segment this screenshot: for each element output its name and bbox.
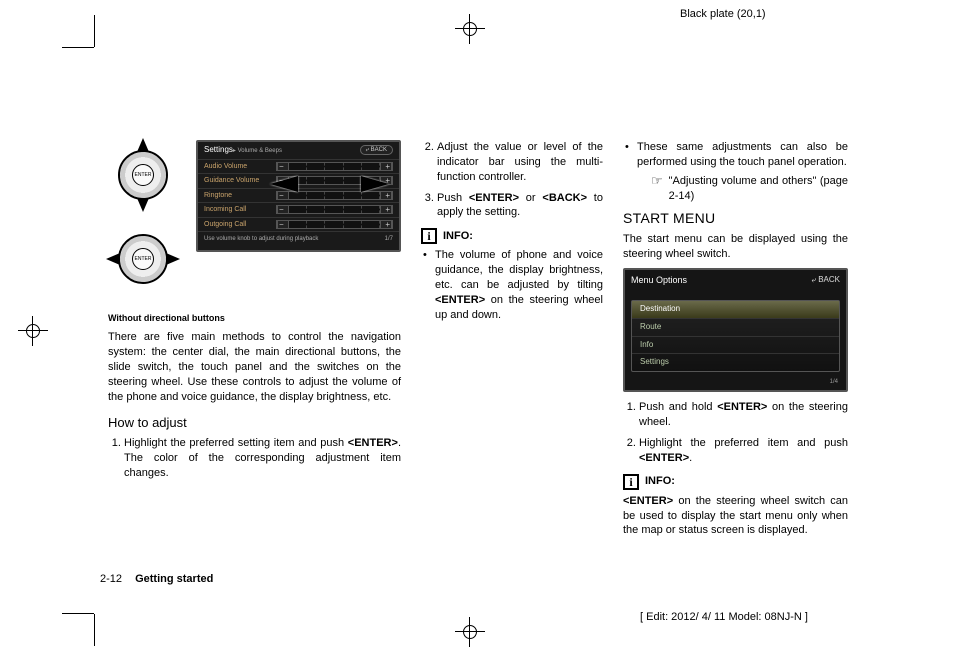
section-name: Getting started (135, 573, 213, 585)
black-plate-header: Black plate (20,1) (680, 8, 766, 20)
menu-screen-title: Menu Options (631, 274, 687, 286)
page-content: ENTER ENTER Settings▸ Volume & Beeps ⤶ B… (108, 140, 848, 538)
screen-page-indicator: 1/7 (385, 235, 393, 243)
start-menu-heading: START MENU (623, 209, 848, 228)
settings-screen: Settings▸ Volume & Beeps ⤶ BACK Audio Vo… (196, 140, 401, 252)
page-footer: 2-12 Getting started (100, 573, 213, 585)
howto-step-3: Push <ENTER> or <BACK> to apply the sett… (437, 191, 603, 221)
menu-item-settings[interactable]: Settings (632, 354, 839, 371)
dial-horizontal: ENTER (108, 224, 178, 294)
menu-item-route[interactable]: Route (632, 319, 839, 337)
menu-item-destination[interactable]: Destination (632, 301, 839, 319)
screen-footnote: Use volume knob to adjust during playbac… (204, 235, 318, 243)
row-guidance-volume[interactable]: Guidance Volume (204, 176, 272, 185)
info-heading-2: i INFO: (623, 474, 848, 490)
figure-caption: Without directional buttons (108, 312, 401, 324)
info-icon: i (421, 228, 437, 244)
figure-row: ENTER ENTER Settings▸ Volume & Beeps ⤶ B… (108, 140, 401, 294)
dial-vertical: ENTER (108, 140, 178, 210)
reference-icon: ☞ (651, 174, 663, 187)
dial-diagrams: ENTER ENTER (108, 140, 178, 294)
howto-step-2: Adjust the value or level of the indicat… (437, 140, 603, 185)
screen-title: Settings▸ Volume & Beeps (204, 145, 282, 156)
start-step-2: Highlight the preferred item and push <E… (639, 436, 848, 466)
edit-stamp-footer: [ Edit: 2012/ 4/ 11 Model: 08NJ-N ] (640, 611, 808, 623)
info-icon: i (623, 474, 639, 490)
start-step-1: Push and hold <ENTER> on the steering wh… (639, 400, 848, 430)
row-ringtone[interactable]: Ringtone (204, 191, 272, 200)
menu-options-screen: Menu Options ⤶ BACK Destination Route In… (623, 268, 848, 392)
row-outgoing-call[interactable]: Outgoing Call (204, 220, 272, 229)
info-bullet-1: The volume of phone and voice guidance, … (421, 248, 603, 322)
menu-page-indicator: 1/4 (625, 376, 846, 386)
menu-item-info[interactable]: Info (632, 337, 839, 355)
page-number: 2-12 (100, 573, 122, 585)
info-heading-1: i INFO: (421, 228, 603, 244)
back-button[interactable]: ⤶ BACK (360, 145, 393, 155)
top-bullet: These same adjustments can also be perfo… (623, 140, 848, 203)
row-incoming-call[interactable]: Incoming Call (204, 205, 272, 214)
arrow-up-icon (137, 138, 149, 152)
intro-paragraph: There are five main methods to control t… (108, 330, 401, 404)
column-3: These same adjustments can also be perfo… (623, 140, 848, 538)
menu-back-button[interactable]: ⤶ BACK (812, 275, 841, 286)
row-audio-volume[interactable]: Audio Volume (204, 162, 272, 171)
reference-text: "Adjusting volume and others" (page 2-14… (669, 174, 848, 204)
column-1: ENTER ENTER Settings▸ Volume & Beeps ⤶ B… (108, 140, 401, 538)
arrow-right-icon (166, 253, 180, 265)
info-paragraph-2: <ENTER> on the steering wheel switch can… (623, 494, 848, 539)
arrow-down-icon (137, 198, 149, 212)
start-menu-paragraph: The start menu can be displayed using th… (623, 232, 848, 262)
howto-step-1: Highlight the preferred setting item and… (124, 436, 401, 481)
how-to-adjust-heading: How to adjust (108, 414, 401, 432)
arrow-left-icon (106, 253, 120, 265)
column-2: Adjust the value or level of the indicat… (421, 140, 603, 538)
